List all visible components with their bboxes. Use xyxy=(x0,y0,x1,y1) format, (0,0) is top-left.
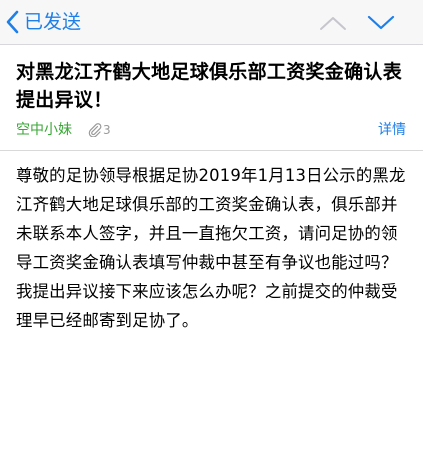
previous-message-button[interactable] xyxy=(318,14,348,32)
sender-name[interactable]: 空中小妹 xyxy=(16,120,72,140)
divider xyxy=(0,150,423,151)
back-button[interactable]: 已发送 xyxy=(6,8,81,36)
back-label: 已发送 xyxy=(24,11,82,33)
message-meta: 空中小妹 3 详情 xyxy=(16,120,408,142)
chevron-up-icon xyxy=(318,17,348,36)
next-message-button[interactable] xyxy=(366,14,396,32)
attachment-indicator[interactable]: 3 xyxy=(88,121,111,139)
attachment-count: 3 xyxy=(103,123,111,137)
chevron-left-icon xyxy=(6,10,20,34)
paperclip-icon xyxy=(88,123,103,137)
chevron-down-icon xyxy=(366,15,396,36)
message-body: 尊敬的足协领导根据足协2019年1月13日公示的黑龙江齐鹤大地足球俱乐部的工资奖… xyxy=(16,166,406,330)
message-subject: 对黑龙江齐鹤大地足球俱乐部工资奖金确认表提出异议！ xyxy=(16,61,403,111)
navigation-bar: 已发送 xyxy=(0,0,423,45)
details-link[interactable]: 详情 xyxy=(378,120,406,140)
